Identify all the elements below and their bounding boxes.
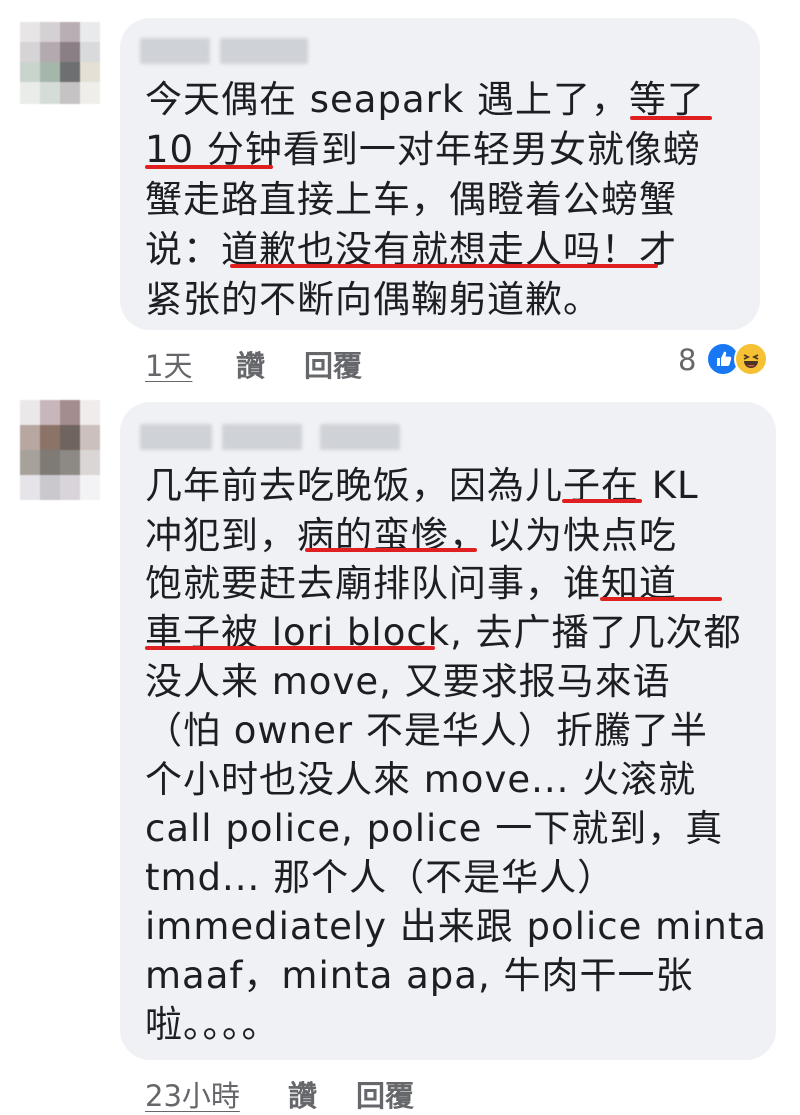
reply-button[interactable]: 回覆: [356, 1073, 414, 1115]
comment-text-line: 没人来 move, 又要求报马來语: [145, 660, 671, 703]
comment-text-line: 蟹走路直接上车，偶瞪着公螃蟹: [145, 178, 677, 221]
reply-button[interactable]: 回覆: [304, 343, 362, 385]
comment-text-line: tmd... 那个人（不是华人）: [145, 856, 616, 899]
highlight-underline: [305, 548, 477, 552]
highlight-underline: [562, 499, 642, 503]
reaction-count: 8: [678, 343, 697, 377]
comment-timestamp[interactable]: 23小時: [145, 1073, 240, 1115]
comment-text-line: （怕 owner 不是华人）折騰了半: [145, 709, 708, 752]
highlight-underline: [600, 597, 722, 601]
author-name-redacted[interactable]: [140, 38, 210, 64]
comment-text-line: call police, police 一下就到，真: [145, 807, 724, 850]
like-button[interactable]: 讚: [288, 1073, 317, 1115]
highlight-underline: [630, 116, 712, 120]
avatar[interactable]: [20, 400, 100, 500]
highlight-underline: [145, 165, 273, 169]
comment-text-line: 啦。。。。: [145, 1003, 280, 1046]
haha-icon: [734, 342, 768, 376]
highlight-underline: [145, 646, 435, 650]
comment-text-line: immediately 出来跟 police minta: [145, 905, 768, 948]
author-name-redacted[interactable]: [320, 424, 400, 450]
comment-timestamp[interactable]: 1天: [145, 343, 192, 385]
comment-text-line: 个小时也没人來 move... 火滚就: [145, 758, 697, 801]
author-name-redacted[interactable]: [220, 38, 308, 64]
comment-text-line: maaf，minta apa, 牛肉干一张: [145, 954, 694, 997]
comment-text-line: 饱就要赶去廟排队问事，谁知道: [145, 562, 677, 605]
highlight-underline: [230, 264, 658, 268]
avatar[interactable]: [20, 22, 100, 104]
comment-text-line: 今天偶在 seapark 遇上了，等了: [145, 78, 706, 121]
like-button[interactable]: 讚: [236, 343, 265, 385]
reactions-summary[interactable]: 8: [678, 340, 788, 380]
author-name-redacted[interactable]: [222, 424, 302, 450]
comment-text-line: 紧张的不断向偶鞠躬道歉。: [145, 278, 601, 321]
author-name-redacted[interactable]: [140, 424, 212, 450]
